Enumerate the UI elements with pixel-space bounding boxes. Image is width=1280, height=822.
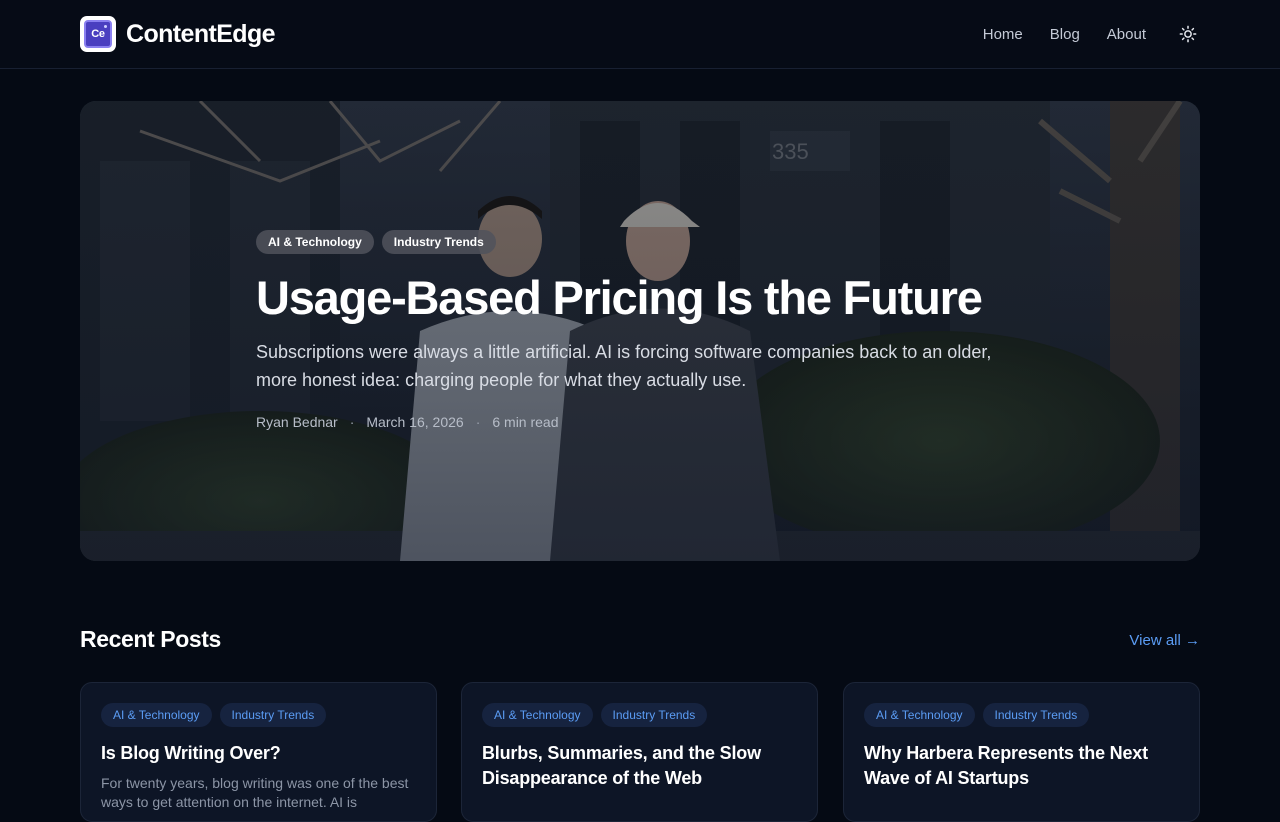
theme-toggle-button[interactable] bbox=[1176, 22, 1200, 46]
featured-post-hero[interactable]: 335 AI & Technology Industry Trends Usag… bbox=[80, 101, 1200, 561]
nav-home[interactable]: Home bbox=[983, 26, 1023, 43]
view-all-link[interactable]: View all → bbox=[1129, 632, 1200, 649]
meta-separator: · bbox=[475, 414, 481, 430]
main-nav: Home Blog About bbox=[956, 0, 1200, 68]
hero-date: March 16, 2026 bbox=[366, 414, 464, 430]
card-tag-ai-technology[interactable]: AI & Technology bbox=[482, 703, 593, 727]
hero-tags: AI & Technology Industry Trends bbox=[256, 230, 1056, 254]
card-tag-industry-trends[interactable]: Industry Trends bbox=[982, 703, 1090, 727]
nav-about[interactable]: About bbox=[1107, 26, 1146, 43]
post-card-tags: AI & Technology Industry Trends bbox=[482, 703, 797, 727]
logo-text: Ce bbox=[91, 28, 105, 40]
top-navigation-bar: Ce ContentEdge Home Blog About bbox=[0, 0, 1280, 69]
meta-separator: · bbox=[349, 414, 355, 430]
brand-home-link[interactable]: Ce ContentEdge bbox=[80, 16, 276, 52]
sun-icon bbox=[1179, 25, 1197, 43]
nav-blog[interactable]: Blog bbox=[1050, 26, 1080, 43]
hero-author: Ryan Bednar bbox=[256, 414, 338, 430]
post-card-title[interactable]: Is Blog Writing Over? bbox=[101, 741, 416, 766]
card-tag-industry-trends[interactable]: Industry Trends bbox=[219, 703, 327, 727]
post-card-tags: AI & Technology Industry Trends bbox=[101, 703, 416, 727]
hero-content: AI & Technology Industry Trends Usage-Ba… bbox=[256, 230, 1056, 430]
post-card-excerpt: For twenty years, blog writing was one o… bbox=[101, 775, 409, 810]
post-card[interactable]: AI & Technology Industry Trends Why Harb… bbox=[843, 682, 1200, 822]
post-card-title[interactable]: Blurbs, Summaries, and the Slow Disappea… bbox=[482, 741, 797, 791]
contentedge-logo-icon: Ce bbox=[80, 16, 116, 52]
hero-meta: Ryan Bednar · March 16, 2026 · 6 min rea… bbox=[256, 414, 1056, 430]
hero-tag-industry-trends[interactable]: Industry Trends bbox=[381, 230, 496, 254]
post-card-title[interactable]: Why Harbera Represents the Next Wave of … bbox=[864, 741, 1179, 791]
card-tag-ai-technology[interactable]: AI & Technology bbox=[864, 703, 975, 727]
card-tag-industry-trends[interactable]: Industry Trends bbox=[600, 703, 708, 727]
hero-read-time: 6 min read bbox=[492, 414, 559, 430]
hero-title[interactable]: Usage-Based Pricing Is the Future bbox=[256, 270, 1056, 326]
brand-name: ContentEdge bbox=[126, 19, 276, 48]
hero-subtitle: Subscriptions were always a little artif… bbox=[256, 342, 992, 390]
hero-tag-ai-technology[interactable]: AI & Technology bbox=[256, 230, 374, 254]
post-card-tags: AI & Technology Industry Trends bbox=[864, 703, 1179, 727]
post-card[interactable]: AI & Technology Industry Trends Is Blog … bbox=[80, 682, 437, 822]
card-tag-ai-technology[interactable]: AI & Technology bbox=[101, 703, 212, 727]
post-card[interactable]: AI & Technology Industry Trends Blurbs, … bbox=[461, 682, 818, 822]
recent-posts-heading: Recent Posts bbox=[80, 626, 221, 652]
